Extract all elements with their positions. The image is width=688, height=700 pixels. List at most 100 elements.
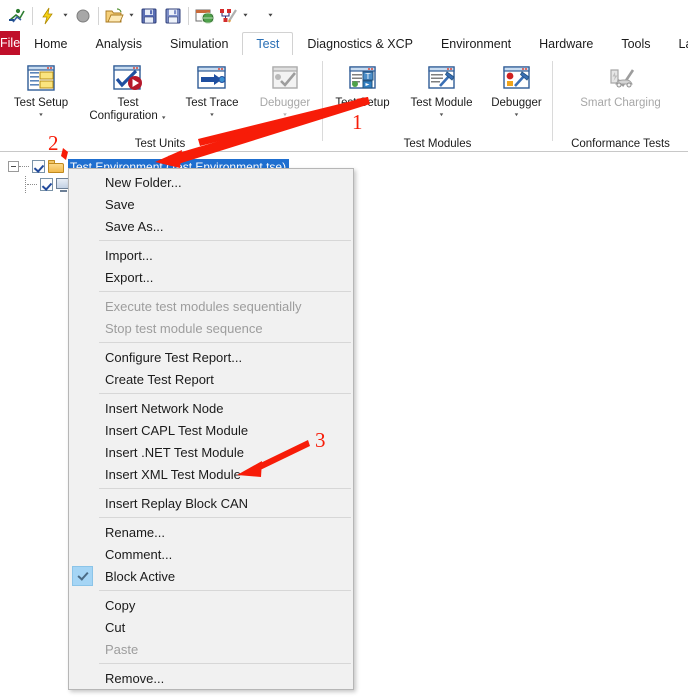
svg-text:T: T xyxy=(364,72,370,81)
tab-test[interactable]: Test xyxy=(242,32,294,56)
menu-item-cut[interactable]: Cut xyxy=(69,616,353,638)
menu-item-configure-test-report[interactable]: Configure Test Report... xyxy=(69,346,353,368)
ribbon-body: Test Setup Test Config xyxy=(0,55,688,152)
network-pen-icon[interactable] xyxy=(216,4,240,28)
save-as-icon[interactable] xyxy=(161,4,185,28)
smart-charging-icon xyxy=(605,62,637,94)
context-menu: New Folder... Save Save As... Import... … xyxy=(68,168,354,690)
chevron-down-icon xyxy=(282,111,288,119)
chevron-down-icon[interactable] xyxy=(439,111,445,119)
quick-access-toolbar xyxy=(0,0,688,31)
menu-separator xyxy=(71,488,351,489)
menu-item-save-as[interactable]: Save As... xyxy=(69,215,353,237)
save-icon[interactable] xyxy=(137,4,161,28)
ribbon-group-title: Test Modules xyxy=(403,138,472,150)
test-module-setup-icon: T xyxy=(347,62,379,94)
annotation-number-3: 3 xyxy=(315,428,326,452)
ribbon-group-test-modules: T Test Setup Test Module ▼ Debugger ▼ Te… xyxy=(323,55,552,151)
toolbar-separator-1 xyxy=(32,6,33,25)
menu-item-label: Block Active xyxy=(105,568,176,584)
tab-file[interactable]: File xyxy=(0,31,21,55)
ribbon-button-debugger-units: Debugger xyxy=(250,59,320,119)
cano-application-window: File Home Analysis Simulation Test Diagn… xyxy=(0,0,688,700)
ribbon-group-conformance-tests: Smart Charging Conformance Tests xyxy=(553,55,688,151)
menu-item-import[interactable]: Import... xyxy=(69,244,353,266)
menu-item-remove[interactable]: Remove... xyxy=(69,667,353,689)
stop-record-icon[interactable] xyxy=(71,4,95,28)
menu-separator xyxy=(71,291,351,292)
network-dropdown-caret[interactable] xyxy=(240,5,251,27)
tree-connector-line xyxy=(27,183,37,186)
tab-diagnostics-xcp[interactable]: Diagnostics & XCP xyxy=(293,31,427,55)
tree-collapse-icon[interactable] xyxy=(8,161,19,172)
menu-item-insert-replay-block-can[interactable]: Insert Replay Block CAN xyxy=(69,492,353,514)
menu-item-copy[interactable]: Copy xyxy=(69,594,353,616)
checkmark-icon xyxy=(72,566,93,586)
tab-environment[interactable]: Environment xyxy=(427,31,525,55)
ribbon-group-title: Conformance Tests xyxy=(571,138,670,150)
menu-separator xyxy=(71,590,351,591)
lightning-dropdown-caret[interactable] xyxy=(60,5,71,27)
menu-item-rename[interactable]: Rename... xyxy=(69,521,353,543)
menu-item-insert-xml-test-module[interactable]: Insert XML Test Module xyxy=(69,463,353,485)
chevron-down-icon[interactable] xyxy=(514,111,520,119)
menu-item-insert-capl-test-module[interactable]: Insert CAPL Test Module xyxy=(69,419,353,441)
chevron-down-icon[interactable] xyxy=(38,111,44,119)
ribbon-button-debugger-modules[interactable]: Debugger xyxy=(481,59,552,119)
annotation-number-1: 1 xyxy=(352,110,363,134)
ribbon-button-label: Test Module xyxy=(410,97,473,109)
tree-connector-line xyxy=(19,165,29,168)
ribbon-button-test-setup-modules[interactable]: T Test Setup xyxy=(323,59,402,110)
menu-item-new-folder[interactable]: New Folder... xyxy=(69,171,353,193)
menu-item-create-test-report[interactable]: Create Test Report xyxy=(69,368,353,390)
test-setup-icon xyxy=(25,62,57,94)
ribbon-button-label: Test Setup xyxy=(335,97,390,109)
label-text: Test Configuration xyxy=(89,97,158,122)
menu-item-block-active[interactable]: Block Active xyxy=(69,565,353,587)
lightning-icon[interactable] xyxy=(36,4,60,28)
tab-tools[interactable]: Tools xyxy=(607,31,664,55)
menu-item-comment[interactable]: Comment... xyxy=(69,543,353,565)
ribbon-button-test-setup-units[interactable]: Test Setup xyxy=(0,59,82,119)
toolbar-separator-2 xyxy=(98,6,99,25)
menu-item-insert-network-node[interactable]: Insert Network Node xyxy=(69,397,353,419)
debugger-icon xyxy=(269,62,301,94)
test-module-icon xyxy=(426,62,458,94)
tab-hardware[interactable]: Hardware xyxy=(525,31,607,55)
menu-separator xyxy=(71,517,351,518)
open-dropdown-caret[interactable] xyxy=(126,5,137,27)
ribbon-button-label: Test Setup xyxy=(13,97,69,109)
ribbon-button-test-configuration[interactable]: Test Configuration xyxy=(82,59,174,125)
menu-separator xyxy=(71,342,351,343)
ribbon-button-test-trace[interactable]: Test Trace xyxy=(174,59,250,119)
menu-separator xyxy=(71,240,351,241)
tree-checkbox-root[interactable] xyxy=(32,160,45,173)
start-measurement-icon[interactable] xyxy=(5,4,29,28)
ribbon-button-test-module[interactable]: Test Module xyxy=(402,59,481,119)
tab-simulation[interactable]: Simulation xyxy=(156,31,242,55)
menu-separator xyxy=(71,393,351,394)
chevron-down-icon[interactable] xyxy=(161,112,167,125)
customize-quick-access-toolbar-icon[interactable] xyxy=(265,5,276,27)
ribbon-button-label: Debugger xyxy=(491,97,542,109)
ribbon-button-label: Test Trace xyxy=(185,97,239,109)
ribbon-button-label: Debugger xyxy=(259,97,311,109)
tree-checkbox-child[interactable] xyxy=(40,178,53,191)
ribbon-button-label: Smart Charging xyxy=(580,97,661,109)
menu-item-insert-net-test-module[interactable]: Insert .NET Test Module xyxy=(69,441,353,463)
open-folder-icon[interactable] xyxy=(102,4,126,28)
test-trace-icon xyxy=(196,62,228,94)
tab-layout[interactable]: La xyxy=(665,31,688,55)
menu-separator xyxy=(71,663,351,664)
test-setup-tree-panel: Test Environment (Test Environment.tse) … xyxy=(0,153,688,700)
chevron-down-icon[interactable] xyxy=(209,111,215,119)
ribbon-tabstrip: File Home Analysis Simulation Test Diagn… xyxy=(0,31,688,56)
tab-analysis[interactable]: Analysis xyxy=(82,31,157,55)
tab-home[interactable]: Home xyxy=(20,31,81,55)
menu-item-stop-test-module-sequence: Stop test module sequence xyxy=(105,320,263,336)
ribbon-group-title: Test Units xyxy=(134,138,186,150)
window-globe-icon[interactable] xyxy=(192,4,216,28)
menu-item-paste: Paste xyxy=(105,641,139,657)
menu-item-export[interactable]: Export... xyxy=(69,266,353,288)
menu-item-save[interactable]: Save xyxy=(69,193,353,215)
